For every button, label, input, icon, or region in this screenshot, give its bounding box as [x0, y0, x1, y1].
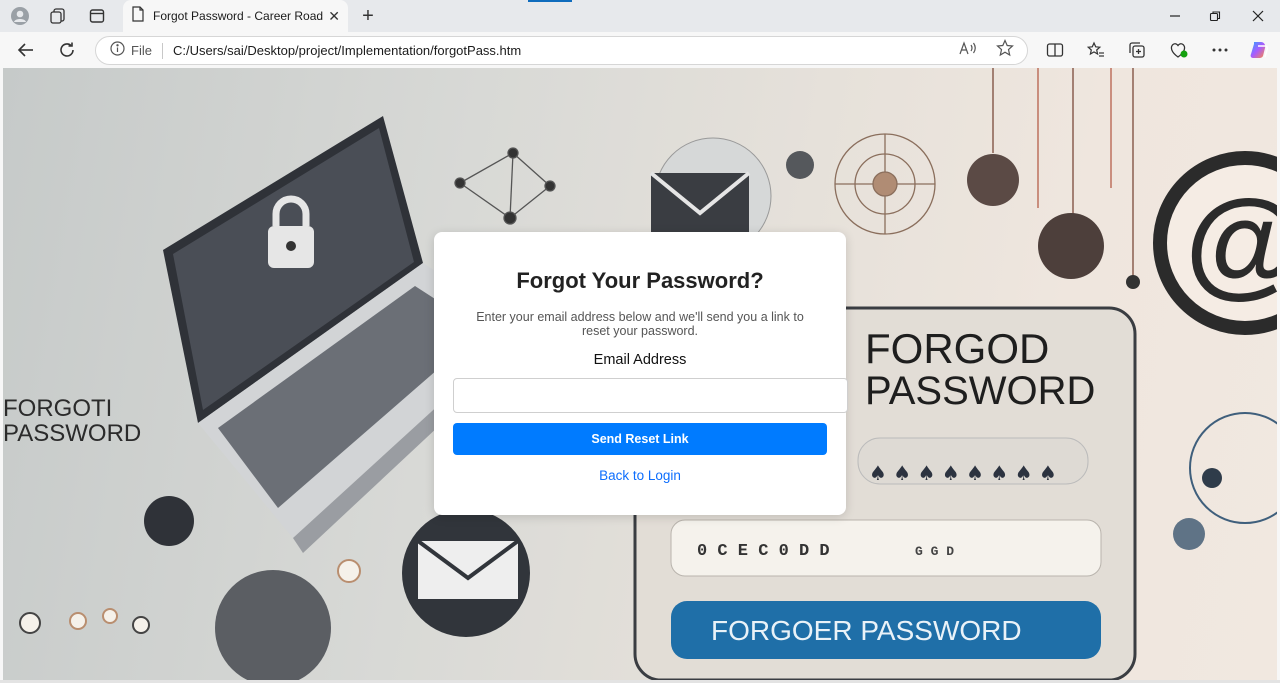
- at-symbol-text: @: [1185, 175, 1277, 309]
- page-viewport: @ FORGOD PASSWORD ♠ ♠ ♠ ♠ ♠ ♠ ♠ ♠ 0 C E …: [3, 68, 1277, 680]
- workspaces-icon[interactable]: [44, 3, 72, 29]
- page-title: Forgot Your Password?: [516, 268, 764, 293]
- back-arrow-icon[interactable]: [12, 36, 40, 64]
- browser-essentials-icon[interactable]: [1165, 36, 1193, 64]
- bg-button-text: FORGOER PASSWORD: [711, 615, 1022, 646]
- info-icon[interactable]: [110, 40, 125, 61]
- copilot-icon[interactable]: [1245, 36, 1273, 64]
- collections-icon[interactable]: [1123, 36, 1151, 64]
- form-description: Enter your email address below and we'll…: [476, 310, 804, 338]
- address-divider: [161, 42, 163, 59]
- restore-icon[interactable]: [1193, 0, 1237, 32]
- close-window-icon[interactable]: [1236, 0, 1280, 32]
- mesh-sphere-decoration: [215, 570, 331, 680]
- close-tab-icon[interactable]: ✕: [328, 8, 340, 25]
- bg-forgoti-text: FORGOTI: [3, 395, 112, 422]
- refresh-icon[interactable]: [53, 36, 81, 64]
- url-text[interactable]: C:/Users/sai/Desktop/project/Implementat…: [173, 43, 521, 58]
- profile-icon[interactable]: [6, 3, 34, 29]
- envelope-bottom-decoration: [402, 509, 530, 637]
- page-icon: [131, 5, 145, 27]
- tab-forgot-password[interactable]: Forgot Password - Career Roadmap ✕: [123, 0, 348, 32]
- more-options-icon[interactable]: [1206, 36, 1234, 64]
- new-tab-icon[interactable]: +: [356, 4, 380, 28]
- bg-password-text: PASSWORD: [865, 369, 1095, 413]
- send-reset-link-button[interactable]: Send Reset Link: [453, 423, 827, 455]
- vertical-tabs-icon[interactable]: [83, 3, 111, 29]
- minimize-icon[interactable]: [1153, 0, 1197, 32]
- split-screen-icon[interactable]: [1041, 36, 1069, 64]
- bg-field-text: 0 C E C 0 D D: [697, 542, 830, 561]
- bg-field-tail-text: G G D: [915, 544, 954, 559]
- favorite-star-icon[interactable]: [993, 36, 1017, 60]
- tab-accent: [528, 0, 572, 2]
- favorites-icon[interactable]: [1082, 36, 1110, 64]
- bg-left-password-text: PASSWORD: [3, 420, 141, 447]
- back-to-login-link[interactable]: Back to Login: [434, 468, 846, 483]
- forgot-password-card: Forgot Your Password? Enter your email a…: [434, 232, 848, 515]
- browser-toolbar: File C:/Users/sai/Desktop/project/Implem…: [0, 32, 1280, 68]
- fingerprint-decoration: [834, 133, 936, 235]
- read-aloud-icon[interactable]: [956, 36, 980, 60]
- tab-strip: Forgot Password - Career Roadmap ✕ +: [0, 0, 1280, 32]
- bg-forgod-text: FORGOD: [865, 325, 1049, 372]
- file-scheme-label: File: [131, 43, 152, 58]
- network-decoration: [454, 147, 556, 225]
- email-field[interactable]: [453, 378, 848, 413]
- bg-masked-text: ♠ ♠ ♠ ♠ ♠ ♠ ♠ ♠: [869, 461, 1057, 485]
- address-bar[interactable]: File C:/Users/sai/Desktop/project/Implem…: [95, 36, 1028, 65]
- email-label: Email Address: [593, 352, 687, 368]
- tab-title: Forgot Password - Career Roadmap: [153, 9, 323, 23]
